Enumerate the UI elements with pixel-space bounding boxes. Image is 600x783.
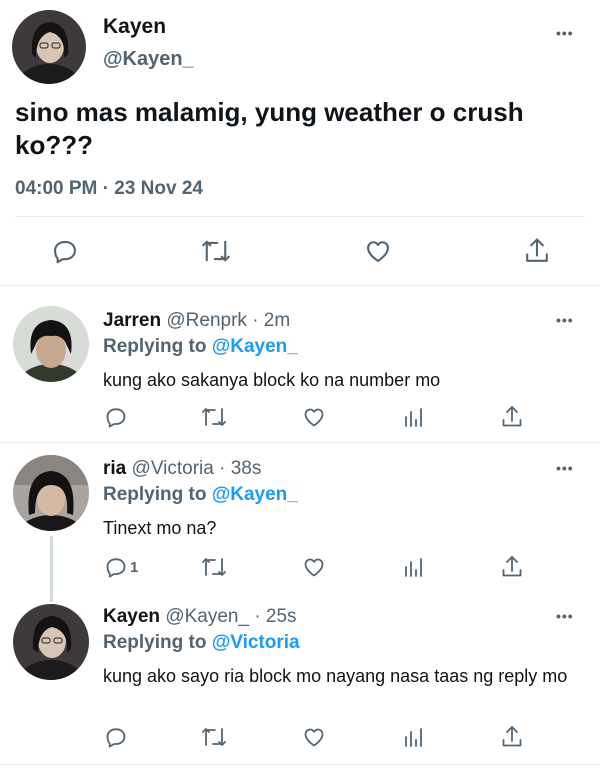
share-icon[interactable]	[500, 404, 524, 430]
reply-icon[interactable]	[104, 405, 128, 429]
replying-to-link[interactable]: @Kayen_	[212, 336, 298, 357]
analytics-icon[interactable]	[402, 555, 424, 579]
retweet-icon[interactable]	[201, 237, 231, 265]
reply-more-icon[interactable]: •••	[556, 608, 574, 624]
reply-header: ria @Victoria · 38s	[103, 458, 261, 480]
share-icon[interactable]	[500, 724, 524, 750]
share-icon[interactable]	[523, 236, 551, 266]
reply-text: kung ako sakanya block ko na number mo	[103, 370, 441, 390]
main-author-handle[interactable]: @Kayen_	[103, 48, 194, 71]
main-tweet-timestamp[interactable]: 04:00 PM · 23 Nov 24	[15, 178, 203, 200]
reply-icon[interactable]	[104, 725, 128, 749]
main-divider-top	[15, 216, 585, 217]
like-icon[interactable]	[302, 405, 326, 429]
reply-text: Tinext mo na?	[103, 518, 217, 538]
main-avatar[interactable]	[12, 10, 86, 84]
replying-to-label: Replying to	[103, 336, 207, 357]
like-icon[interactable]	[364, 237, 392, 265]
reply-author-meta[interactable]: @Renprk · 2m	[166, 310, 290, 331]
replying-to-link[interactable]: @Victoria	[212, 632, 300, 653]
main-author-name[interactable]: Kayen	[103, 15, 166, 39]
reply-more-icon[interactable]: •••	[556, 460, 574, 476]
like-icon[interactable]	[302, 725, 326, 749]
replying-to-line: Replying to @Kayen_	[103, 336, 298, 358]
reply-divider	[0, 764, 600, 765]
retweet-icon[interactable]	[201, 725, 227, 749]
retweet-icon[interactable]	[201, 555, 227, 579]
reply-author-meta[interactable]: @Kayen_ · 25s	[165, 606, 296, 627]
reply-avatar[interactable]	[13, 455, 89, 531]
reply-author-name[interactable]: Jarren	[103, 310, 161, 331]
thread-line	[50, 536, 53, 602]
replying-to-link[interactable]: @Kayen_	[212, 484, 298, 505]
reply-avatar[interactable]	[13, 604, 89, 680]
analytics-icon[interactable]	[402, 725, 424, 749]
replying-to-label: Replying to	[103, 632, 207, 653]
replying-to-line: Replying to @Victoria	[103, 632, 300, 654]
replying-to-label: Replying to	[103, 484, 207, 505]
replying-to-line: Replying to @Kayen_	[103, 484, 298, 506]
reply-icon[interactable]	[51, 237, 79, 265]
reply-author-name[interactable]: Kayen	[103, 606, 160, 627]
reply-header: Kayen @Kayen_ · 25s	[103, 606, 297, 628]
reply-header: Jarren @Renprk · 2m	[103, 310, 290, 332]
reply-more-icon[interactable]: •••	[556, 312, 574, 328]
like-icon[interactable]	[302, 555, 326, 579]
main-tweet-text: sino mas malamig, yung weather o crush k…	[15, 97, 524, 160]
share-icon[interactable]	[500, 554, 524, 580]
reply-divider	[0, 442, 600, 443]
retweet-icon[interactable]	[201, 405, 227, 429]
reply-text: kung ako sayo ria block mo nayang nasa t…	[103, 666, 568, 686]
main-more-icon[interactable]: •••	[556, 25, 574, 41]
reply-icon[interactable]	[104, 555, 128, 579]
reply-author-meta[interactable]: @Victoria · 38s	[132, 458, 262, 479]
reply-count: 1	[130, 559, 139, 576]
reply-author-name[interactable]: ria	[103, 458, 126, 479]
reply-avatar[interactable]	[13, 306, 89, 382]
analytics-icon[interactable]	[402, 405, 424, 429]
main-divider-bottom	[0, 285, 600, 286]
